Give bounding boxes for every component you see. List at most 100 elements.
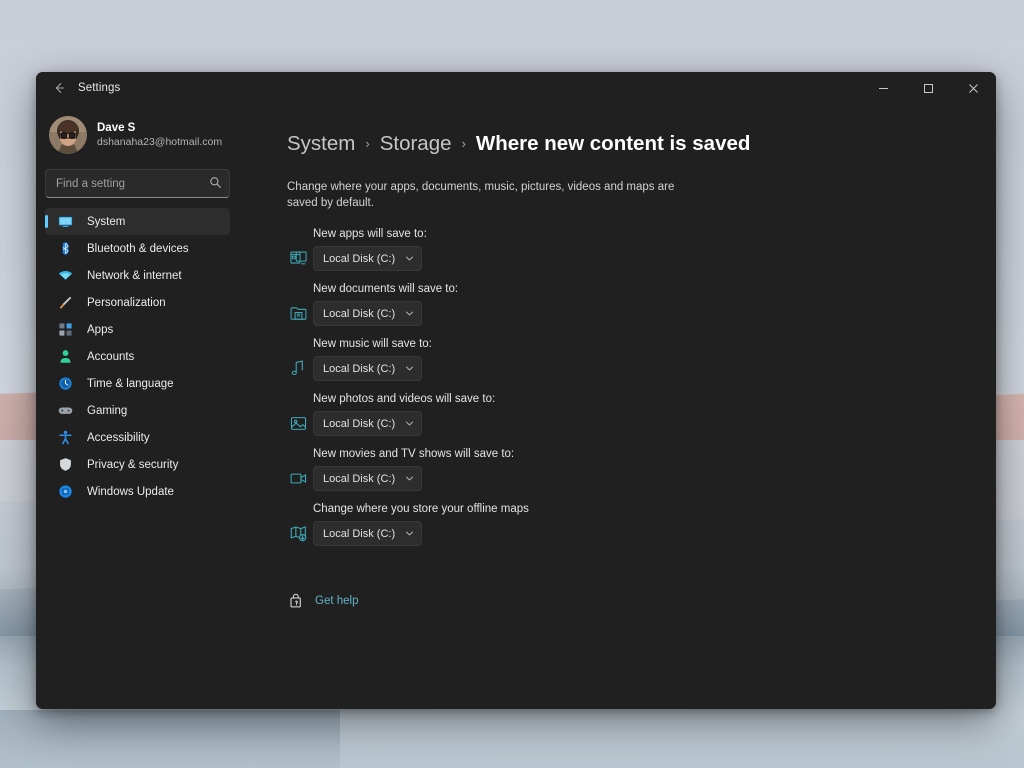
accessibility-icon [57,430,73,446]
window-title: Settings [78,82,121,94]
wallpaper-bottom-shadow [0,710,340,768]
save-location-label: New documents will save to: [313,283,459,295]
save-location-dropdown-documents[interactable]: Local Disk (C:) [313,301,423,326]
breadcrumb-system[interactable]: System [287,132,355,156]
wifi-icon [57,268,73,284]
save-location-dropdown-maps[interactable]: Local Disk (C:) [313,521,423,546]
paintbrush-icon [57,295,73,311]
account-email: dshanaha23@hotmail.com [97,136,223,148]
sidebar-item-label: Windows Update [87,485,174,498]
apps-grid-icon [57,322,73,338]
sidebar-item-bluetooth-devices[interactable]: Bluetooth & devices [45,235,230,262]
sidebar-item-label: Accounts [87,350,135,363]
save-location-control: Local Disk (C:) [287,521,996,546]
sidebar: Dave S dshanaha23@hotmail.com Find a set… [36,104,239,709]
bluetooth-icon [57,241,73,257]
account-card[interactable]: Dave S dshanaha23@hotmail.com [45,108,230,160]
window-body: Dave S dshanaha23@hotmail.com Find a set… [36,104,996,709]
save-location-dropdown-apps[interactable]: Local Disk (C:) [313,246,423,271]
sidebar-item-label: Personalization [87,296,166,309]
user-avatar-photo [49,116,87,154]
save-location-control: Local Disk (C:) [287,411,996,436]
save-location-control: Local Disk (C:) [287,356,996,381]
chevron-down-icon [405,254,414,263]
folder-document-icon [287,303,309,325]
get-help-label: Get help [315,595,359,607]
account-name: Dave S [97,122,136,134]
map-download-icon [287,523,309,545]
dropdown-value: Local Disk (C:) [323,417,396,430]
sidebar-item-gaming[interactable]: Gaming [45,397,230,424]
sidebar-item-system[interactable]: System [45,208,230,235]
save-location-row-movies: New movies and TV shows will save to: Lo… [287,447,996,491]
search-input[interactable] [45,169,230,198]
save-location-control: Local Disk (C:) [287,301,996,326]
sidebar-item-apps[interactable]: Apps [45,316,230,343]
sidebar-item-label: Bluetooth & devices [87,242,189,255]
sidebar-item-label: Accessibility [87,431,150,444]
minimize-icon[interactable] [861,72,906,104]
save-location-control: Local Disk (C:) [287,246,996,271]
get-help-link[interactable]: Get help [287,592,996,610]
dropdown-value: Local Disk (C:) [323,472,396,485]
save-location-row-documents: New documents will save to: Local Disk (… [287,282,996,326]
sidebar-item-label: Apps [87,323,114,336]
sidebar-item-network-internet[interactable]: Network & internet [45,262,230,289]
window-controls [861,72,996,104]
save-location-dropdown-movies[interactable]: Local Disk (C:) [313,466,423,491]
main-content: System › Storage › Where new content is … [239,104,996,709]
save-location-row-maps: Change where you store your offline maps [287,502,996,546]
sidebar-item-personalization[interactable]: Personalization [45,289,230,316]
dropdown-value: Local Disk (C:) [323,307,396,320]
photo-icon [287,413,309,435]
video-camera-icon [287,468,309,490]
save-location-dropdown-photos[interactable]: Local Disk (C:) [313,411,423,436]
chevron-down-icon [405,364,414,373]
save-location-dropdown-music[interactable]: Local Disk (C:) [313,356,423,381]
sidebar-item-label: Network & internet [87,269,182,282]
save-location-label: Change where you store your offline maps [313,503,529,515]
save-location-label: New movies and TV shows will save to: [313,448,515,460]
search-box [45,169,230,198]
music-note-icon [287,358,309,380]
chevron-down-icon [405,309,414,318]
sidebar-nav: System Bluetooth & devices Network & int… [45,208,230,505]
clock-icon [57,376,73,392]
desktop-wallpaper: Settings Dave S dshanaha23@hotmail.com F… [0,0,1024,768]
save-location-row-apps: New apps will save to: Local Disk (C:) [287,227,996,271]
back-arrow-icon[interactable] [44,75,74,101]
maximize-icon[interactable] [906,72,951,104]
save-location-label: New music will save to: [313,338,432,350]
help-icon [287,592,305,610]
dropdown-value: Local Disk (C:) [323,252,396,265]
page-description: Change where your apps, documents, music… [287,181,675,209]
breadcrumb-storage[interactable]: Storage [380,132,452,156]
save-location-label: New apps will save to: [313,228,427,240]
dropdown-value: Local Disk (C:) [323,362,396,375]
gamepad-icon [57,403,73,419]
sidebar-item-label: Time & language [87,377,174,390]
chevron-down-icon [405,419,414,428]
sidebar-item-windows-update[interactable]: Windows Update [45,478,230,505]
chevron-down-icon [405,529,414,538]
sidebar-item-time-language[interactable]: Time & language [45,370,230,397]
update-icon [57,484,73,500]
chevron-down-icon [405,474,414,483]
sidebar-item-label: Gaming [87,404,128,417]
close-icon[interactable] [951,72,996,104]
account-text: Dave S dshanaha23@hotmail.com [97,121,222,149]
save-location-control: Local Disk (C:) [287,466,996,491]
sidebar-item-accessibility[interactable]: Accessibility [45,424,230,451]
breadcrumb: System › Storage › Where new content is … [287,132,996,156]
app-window-icon [287,248,309,270]
person-icon [57,349,73,365]
sidebar-item-label: System [87,215,126,228]
sidebar-item-label: Privacy & security [87,458,179,471]
sidebar-item-accounts[interactable]: Accounts [45,343,230,370]
save-location-label: New photos and videos will save to: [313,393,496,405]
dropdown-value: Local Disk (C:) [323,527,396,540]
page-title: Where new content is saved [475,132,751,155]
monitor-icon [57,214,73,230]
sidebar-item-privacy-security[interactable]: Privacy & security [45,451,230,478]
save-location-row-music: New music will save to: Local Disk (C:) [287,337,996,381]
